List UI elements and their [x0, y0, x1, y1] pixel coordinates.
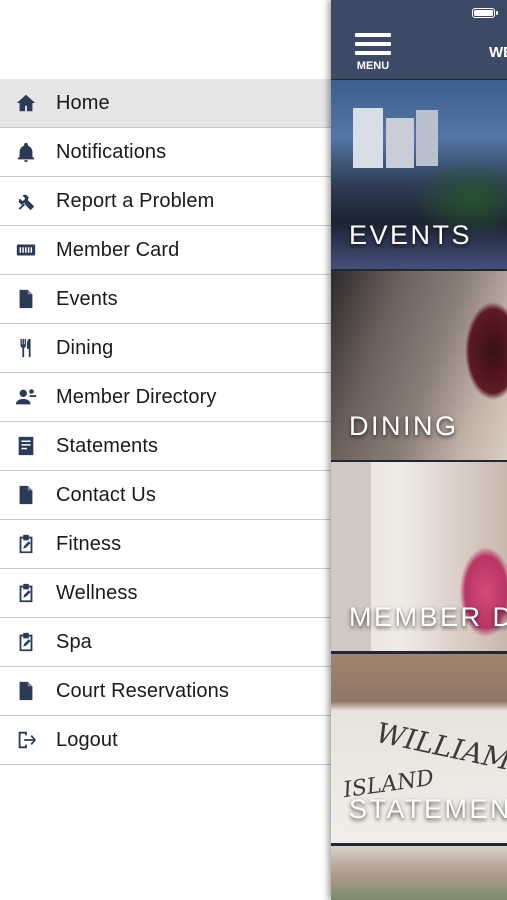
clipboard-edit-icon	[14, 581, 38, 605]
top-bar: MENU WE	[331, 0, 507, 79]
battery-icon	[472, 8, 498, 18]
menu-item-notifications[interactable]: Notifications	[0, 128, 331, 177]
tile-label: EVENTS	[349, 220, 473, 250]
clipboard-edit-icon	[14, 532, 38, 556]
menu-item-label: Fitness	[56, 532, 122, 555]
menu-item-wellness[interactable]: Wellness	[0, 569, 331, 618]
clipboard-edit-icon	[14, 630, 38, 654]
menu-item-logout[interactable]: Logout	[0, 716, 331, 765]
menu-item-label: Court Reservations	[56, 679, 229, 702]
menu-item-fitness[interactable]: Fitness	[0, 520, 331, 569]
menu-item-label: Notifications	[56, 140, 167, 163]
tower-image	[353, 108, 383, 168]
menu-item-member-card[interactable]: Member Card	[0, 226, 331, 275]
tower-image	[416, 110, 438, 166]
tower-image	[386, 118, 414, 168]
menu-item-label: Contact Us	[56, 483, 156, 506]
tile-next[interactable]	[331, 846, 507, 900]
hamburger-bar	[355, 42, 391, 46]
tools-icon	[14, 189, 38, 213]
logout-icon	[14, 728, 38, 752]
card-icon	[14, 238, 38, 262]
menu-item-label: Wellness	[56, 581, 138, 604]
bell-icon	[14, 140, 38, 164]
tile-label: MEMBER D	[349, 602, 507, 632]
tile-dining[interactable]: DINING	[331, 271, 507, 460]
document-icon	[14, 483, 38, 507]
navigation-drawer: Home Notifications Report a Problem Member …	[0, 0, 331, 900]
hamburger-bar	[355, 51, 391, 55]
menu-item-label: Member Card	[56, 238, 180, 261]
menu-item-contact-us[interactable]: Contact Us	[0, 471, 331, 520]
menu-item-label: Report a Problem	[56, 189, 215, 212]
menu-label: MENU	[356, 60, 390, 72]
menu-item-court-reservations[interactable]: Court Reservations	[0, 667, 331, 716]
page-title: WE	[489, 44, 507, 61]
menu-item-label: Member Directory	[56, 385, 217, 408]
main-panel: MENU WE EVENTS DINING MEMBER D WILLIAMS …	[331, 0, 507, 900]
menu-item-spa[interactable]: Spa	[0, 618, 331, 667]
document-icon	[14, 679, 38, 703]
menu-item-report-a-problem[interactable]: Report a Problem	[0, 177, 331, 226]
hamburger-icon	[355, 33, 391, 37]
menu-list: Home Notifications Report a Problem Member …	[0, 79, 331, 765]
menu-item-label: Events	[56, 287, 118, 310]
document-icon	[14, 287, 38, 311]
menu-item-statements[interactable]: Statements	[0, 422, 331, 471]
tile-statements[interactable]: WILLIAMS ISLAND STATEMEN	[331, 654, 507, 843]
menu-item-home[interactable]: Home	[0, 79, 331, 128]
home-icon	[14, 91, 38, 115]
menu-item-label: Dining	[56, 336, 114, 359]
tile-label: STATEMEN	[349, 794, 507, 824]
menu-button[interactable]: MENU	[353, 33, 393, 73]
utensils-icon	[14, 336, 38, 360]
menu-item-dining[interactable]: Dining	[0, 324, 331, 373]
menu-item-label: Statements	[56, 434, 159, 457]
tile-events[interactable]: EVENTS	[331, 80, 507, 269]
menu-item-label: Logout	[56, 728, 118, 751]
tile-label: DINING	[349, 411, 459, 441]
statement-icon	[14, 434, 38, 458]
people-icon	[14, 385, 38, 409]
menu-item-label: Home	[56, 91, 110, 114]
tile-member-directory[interactable]: MEMBER D	[331, 462, 507, 651]
menu-item-member-directory[interactable]: Member Directory	[0, 373, 331, 422]
menu-item-events[interactable]: Events	[0, 275, 331, 324]
menu-item-label: Spa	[56, 630, 92, 653]
